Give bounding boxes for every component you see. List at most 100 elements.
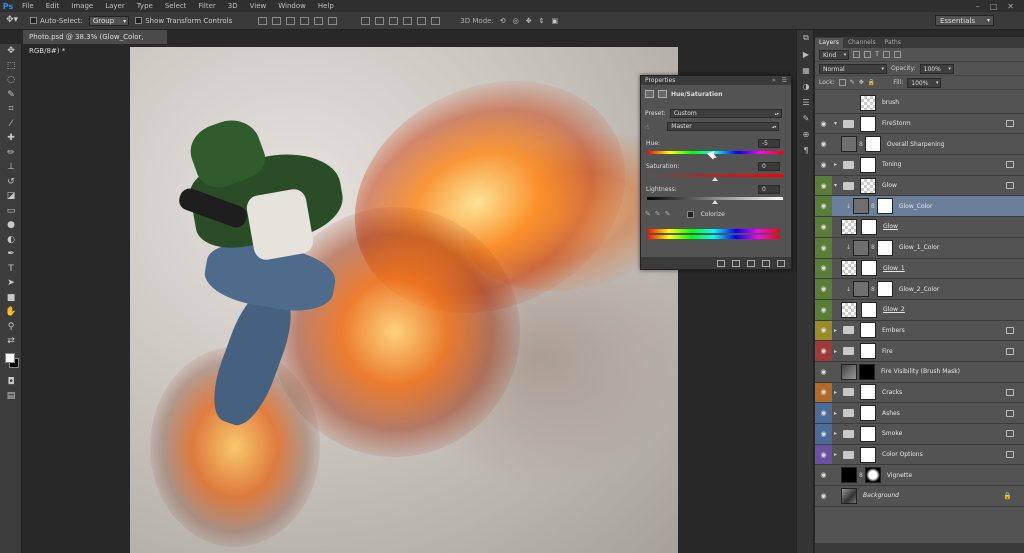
eye-icon[interactable]: ◉: [815, 155, 832, 175]
eye-icon[interactable]: ◉: [815, 465, 832, 485]
adjustments-panel-icon[interactable]: ◑: [797, 78, 815, 94]
align-right-icon[interactable]: [328, 16, 338, 25]
menu-edit[interactable]: Edit: [40, 2, 66, 10]
properties-panel-icon[interactable]: ☰: [797, 94, 815, 110]
mask-icon[interactable]: [658, 90, 667, 98]
layer-row[interactable]: ◉ Glow_2: [815, 299, 1024, 321]
fill-field[interactable]: 100%: [907, 77, 942, 88]
show-transform-checkbox[interactable]: Show Transform Controls: [135, 17, 232, 25]
filter-adjustment-icon[interactable]: [864, 51, 872, 58]
3d-slide-icon[interactable]: ⇕: [539, 17, 545, 25]
screen-mode-icon[interactable]: ▤: [0, 389, 22, 404]
lightness-field[interactable]: 0: [758, 185, 780, 194]
eye-icon[interactable]: ◉: [815, 424, 832, 444]
menu-image[interactable]: Image: [65, 2, 99, 10]
3d-rotate-icon[interactable]: ⟲: [500, 17, 506, 25]
channel-dropdown[interactable]: Master: [667, 122, 780, 131]
menu-view[interactable]: View: [244, 2, 273, 10]
history-brush-tool[interactable]: ↺: [0, 175, 22, 190]
tab-layers[interactable]: Layers: [815, 38, 843, 48]
menu-type[interactable]: Type: [131, 2, 159, 10]
layer-row[interactable]: ◉ ▾ FireStorm: [815, 113, 1024, 135]
menu-filter[interactable]: Filter: [192, 2, 221, 10]
eye-icon[interactable]: ◉: [815, 258, 832, 279]
clone-source-panel-icon[interactable]: ⊕: [797, 126, 815, 142]
eye-icon[interactable]: ◉: [815, 382, 832, 403]
eye-icon[interactable]: ◉: [815, 114, 832, 134]
move-tool[interactable]: ✥: [0, 44, 22, 59]
eraser-tool[interactable]: ◪: [0, 189, 22, 204]
filter-shape-icon[interactable]: [882, 51, 890, 58]
hand-tool[interactable]: ✋: [0, 305, 22, 320]
brush-panel-icon[interactable]: ✎: [797, 110, 815, 126]
align-top-icon[interactable]: [258, 16, 268, 25]
distribute-middle-icon[interactable]: [375, 16, 385, 25]
default-colors-icon[interactable]: ⇄: [0, 334, 22, 349]
actions-panel-icon[interactable]: ▶: [797, 46, 815, 62]
marquee-tool[interactable]: ⬚: [0, 59, 22, 74]
subtract-from-sample-icon[interactable]: ✎: [665, 210, 671, 218]
lock-pixels-icon[interactable]: ✎: [850, 79, 855, 86]
3d-scale-icon[interactable]: ▣: [552, 17, 559, 25]
3d-roll-icon[interactable]: ◎: [513, 17, 519, 25]
paragraph-panel-icon[interactable]: ¶: [797, 142, 815, 158]
layer-row[interactable]: ◉ Fire Visibility (Brush Mask): [815, 361, 1024, 383]
layer-row[interactable]: ◉ ▸ Smoke: [815, 424, 1024, 445]
lock-transparent-icon[interactable]: [838, 79, 846, 86]
menu-window[interactable]: Window: [272, 2, 312, 10]
add-to-sample-icon[interactable]: ✎: [655, 210, 661, 218]
expand-arrow-icon[interactable]: ▸: [832, 410, 839, 417]
eye-icon[interactable]: ◉: [815, 217, 832, 237]
pen-tool[interactable]: ✒: [0, 247, 22, 262]
lock-all-icon[interactable]: 🔒: [868, 79, 875, 86]
type-tool[interactable]: T: [0, 262, 22, 277]
lightness-slider-knob[interactable]: [712, 200, 718, 204]
visibility-icon[interactable]: [762, 259, 770, 267]
saturation-field[interactable]: 0: [758, 162, 780, 171]
align-center-icon[interactable]: [314, 16, 324, 25]
visibility-toggle[interactable]: [815, 93, 832, 113]
layer-row[interactable]: ◉ ▸ Fire: [815, 341, 1024, 362]
quick-select-tool[interactable]: ✎: [0, 88, 22, 103]
eye-icon[interactable]: ◉: [815, 299, 832, 320]
distribute-left-icon[interactable]: [403, 16, 413, 25]
tab-paths[interactable]: Paths: [881, 38, 905, 48]
close-window-button[interactable]: ✕: [1007, 2, 1014, 11]
path-select-tool[interactable]: ➤: [0, 276, 22, 291]
layer-row[interactable]: ◉ Glow: [815, 217, 1024, 238]
preset-dropdown[interactable]: Custom: [669, 109, 782, 118]
filter-type-icon[interactable]: T: [875, 51, 879, 58]
auto-select-checkbox[interactable]: Auto-Select:: [30, 17, 83, 25]
hue-field[interactable]: -5: [758, 139, 780, 148]
rectangle-tool[interactable]: ■: [0, 291, 22, 306]
eye-icon[interactable]: ◉: [815, 341, 832, 361]
reset-icon[interactable]: [747, 259, 755, 267]
lock-position-icon[interactable]: ✥: [859, 79, 864, 86]
menu-layer[interactable]: Layer: [99, 2, 131, 10]
blur-tool[interactable]: ●: [0, 218, 22, 233]
filter-pixel-icon[interactable]: [853, 51, 861, 58]
tab-channels[interactable]: Channels: [844, 38, 880, 48]
clip-to-layer-icon[interactable]: [717, 259, 725, 267]
color-swatches[interactable]: [0, 349, 21, 375]
menu-file[interactable]: File: [16, 2, 40, 10]
layer-row[interactable]: ◉ ↓ 8 Glow_1_Color: [815, 237, 1024, 259]
trash-icon[interactable]: [777, 259, 785, 267]
eye-icon[interactable]: ◉: [815, 444, 832, 465]
layer-row[interactable]: ◉ ↓ 8 Glow_2_Color: [815, 279, 1024, 300]
layer-row-selected[interactable]: ◉ ↓ 8 Glow_Color: [815, 196, 1024, 218]
minimize-button[interactable]: –: [976, 2, 980, 11]
auto-select-dropdown[interactable]: Group: [88, 15, 130, 26]
view-previous-icon[interactable]: [732, 259, 740, 267]
layer-row[interactable]: ◉ 8 Vignette: [815, 465, 1024, 487]
distribute-center-icon[interactable]: [417, 16, 427, 25]
layer-row[interactable]: ◉ ▸ Toning: [815, 155, 1024, 176]
align-bottom-icon[interactable]: [286, 16, 296, 25]
filter-kind-dropdown[interactable]: Kind: [819, 49, 850, 60]
dodge-tool[interactable]: ◐: [0, 233, 22, 248]
panel-menu-icon[interactable]: ☰: [782, 77, 787, 84]
layer-row[interactable]: ◉ Background 🔒: [815, 486, 1024, 507]
eye-icon[interactable]: ◉: [815, 362, 832, 382]
eye-icon[interactable]: ◉: [815, 320, 832, 341]
history-panel-icon[interactable]: ⧉: [797, 30, 815, 46]
